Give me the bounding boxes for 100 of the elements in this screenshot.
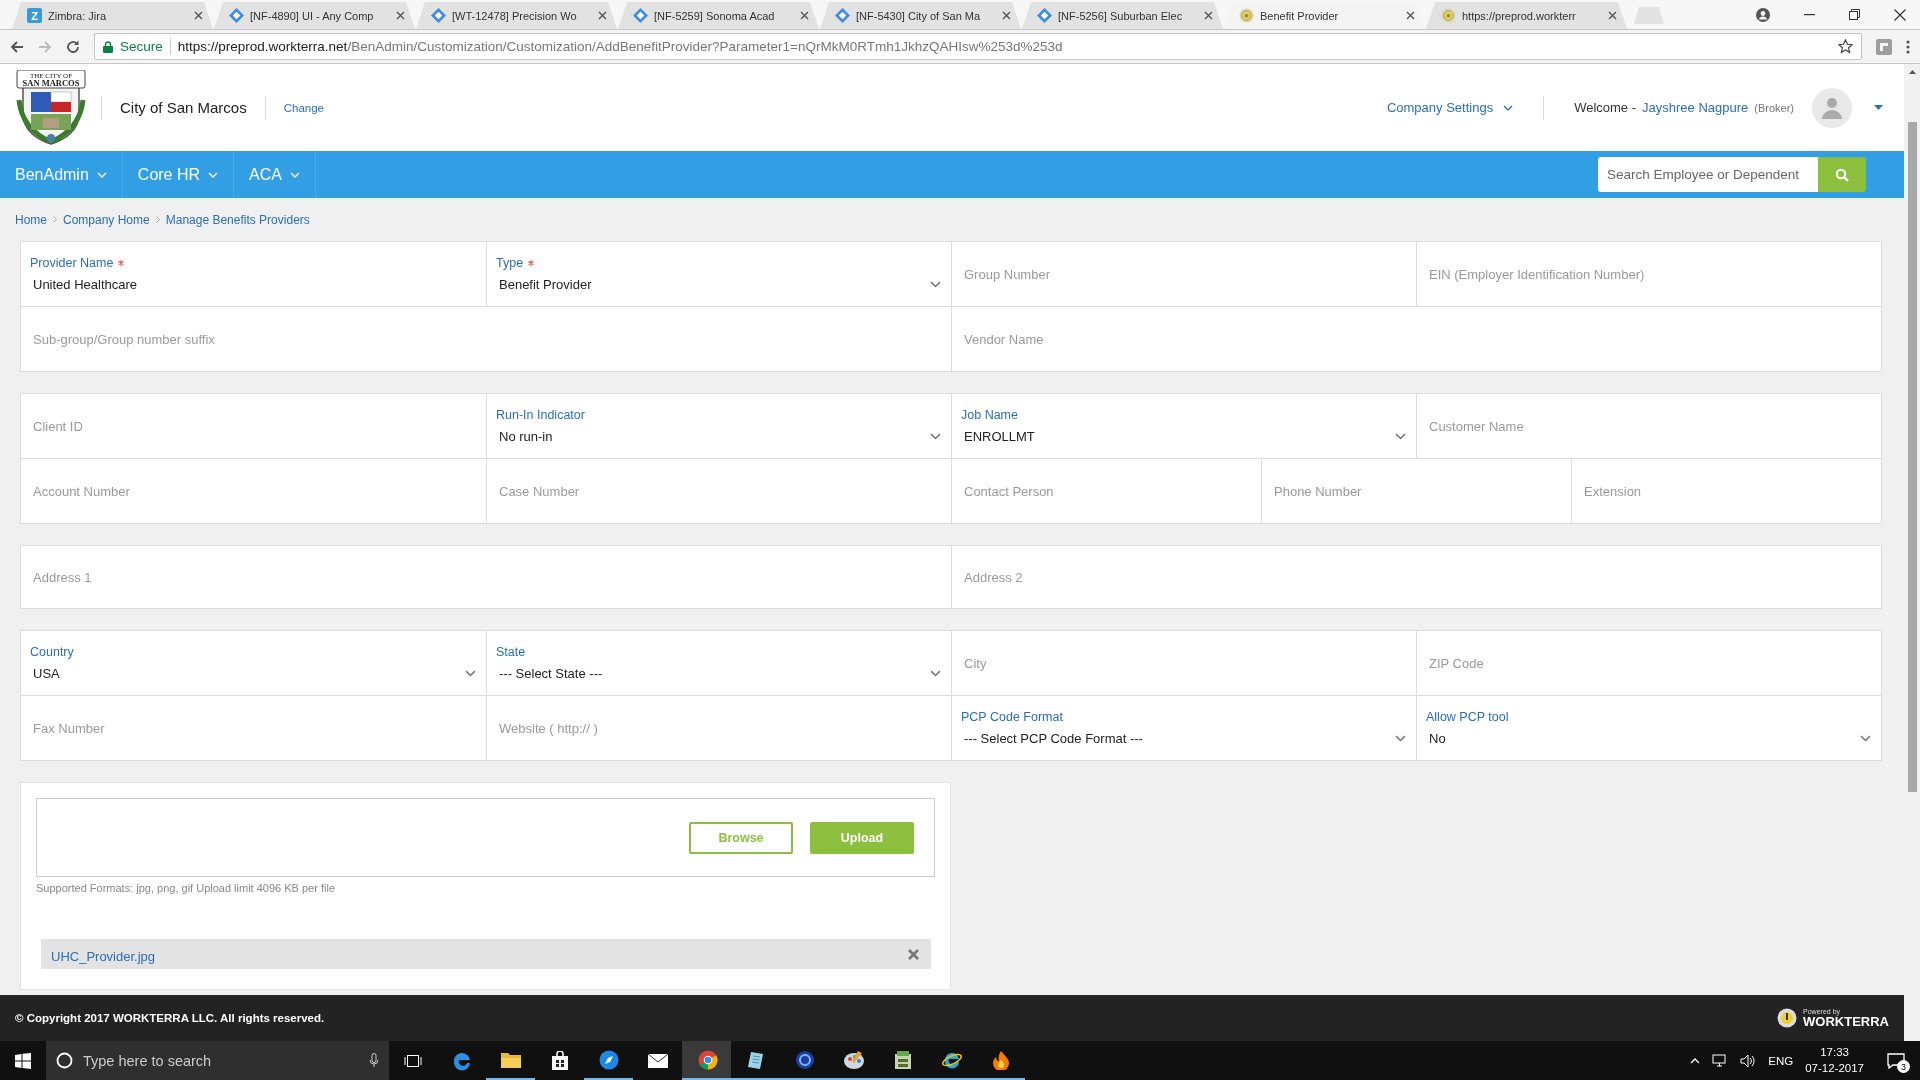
restore-icon[interactable] (1849, 9, 1860, 20)
envelope-icon (646, 1052, 669, 1069)
breadcrumb-link[interactable]: Manage Benefits Providers (165, 212, 310, 227)
input-field[interactable]: Address 1 (29, 569, 943, 585)
scroll-up-arrow-icon[interactable] (1908, 70, 1916, 74)
url-text: https://preprod.workterra.net/BenAdmin/Customization/Customization/AddBenefitProvider?Parameter1=nQrMkM0RTmh1JkhzQAHIsw%253d%253d (177, 39, 1063, 54)
browser-tab[interactable]: [NF-4890] UI - Any Comp (214, 2, 415, 29)
close-icon[interactable] (598, 11, 607, 20)
swirl-icon (451, 1050, 472, 1071)
chevron-up-icon[interactable] (1690, 1057, 1701, 1064)
reload-icon[interactable] (66, 39, 80, 54)
dropdown[interactable]: No (1425, 731, 1873, 746)
caret-icon[interactable] (1874, 105, 1883, 110)
close-icon[interactable] (396, 11, 405, 20)
diamond-icon (229, 8, 244, 23)
scrollbar[interactable] (1904, 64, 1920, 1041)
company-settings-menu[interactable]: Company Settings (1386, 100, 1514, 115)
breadcrumb-link[interactable]: Home (15, 212, 47, 227)
taskbar-button[interactable] (682, 1041, 731, 1080)
profile-icon[interactable] (1756, 7, 1770, 22)
browser-tab[interactable]: [NF-5430] City of San Ma (820, 2, 1021, 29)
input-field[interactable]: Phone Number (1270, 483, 1563, 499)
clock[interactable]: 17:33 07-12-2017 (1805, 1045, 1864, 1076)
diamond-icon (431, 8, 446, 23)
dropdown[interactable]: USA (29, 666, 478, 681)
taskbar-search-field[interactable]: Type here to search (46, 1041, 389, 1080)
shopping-bag-icon (550, 1050, 569, 1071)
search-placeholder: Type here to search (83, 1052, 212, 1069)
close-icon[interactable] (1204, 11, 1213, 20)
input-field[interactable]: Extension (1580, 483, 1873, 499)
language-indicator[interactable]: ENG (1768, 1054, 1794, 1067)
close-icon[interactable] (800, 11, 809, 20)
menu-icon[interactable] (1906, 39, 1910, 54)
chevron-down-icon (465, 670, 476, 677)
dropdown[interactable]: No run-in (495, 429, 943, 444)
dropdown[interactable]: ENROLLMT (960, 429, 1408, 444)
volume-icon[interactable] (1740, 1053, 1757, 1068)
input-field[interactable]: EIN (Employer Identification Number) (1425, 266, 1873, 282)
close-icon[interactable] (1406, 11, 1415, 20)
back-arrow-icon[interactable] (10, 39, 24, 54)
close-icon[interactable] (1608, 11, 1617, 20)
chevron-down-icon (930, 281, 941, 288)
task-view-icon[interactable] (404, 1053, 422, 1068)
microphone-icon[interactable] (369, 1053, 379, 1068)
seal-icon (1441, 8, 1456, 23)
chevron-down-icon (1395, 433, 1406, 440)
input-field[interactable]: United Healthcare (29, 277, 478, 292)
notification-icon[interactable] (1887, 1052, 1905, 1069)
browser-tab[interactable]: https://preprod.workterr (1426, 2, 1627, 29)
close-icon[interactable] (194, 11, 203, 20)
browser-tab[interactable]: [NF-5259] Sonoma Acad (618, 2, 819, 29)
search-field[interactable]: Search Employee or Dependent (1598, 157, 1818, 192)
company-name: City of San Marcos (120, 99, 247, 116)
secure-label: Secure (120, 39, 163, 54)
input-field[interactable]: Case Number (495, 483, 943, 499)
input-field[interactable]: ZIP Code (1425, 655, 1873, 671)
dropdown[interactable]: --- Select PCP Code Format --- (960, 731, 1408, 746)
field-label: Allow PCP tool (1426, 710, 1509, 724)
diamond-icon (835, 8, 850, 23)
help-text: Supported Formats: jpg, png, gif Upload limit 4096 KB per file (36, 882, 336, 894)
input-field[interactable]: Sub-group/Group number suffix (29, 331, 943, 347)
star-icon[interactable] (1838, 39, 1853, 54)
file-link[interactable]: UHC_Provider.jpg (51, 949, 156, 964)
input-field[interactable]: Account Number (29, 483, 478, 499)
breadcrumb-link[interactable]: Company Home (63, 212, 150, 227)
field-label: State (496, 645, 526, 659)
browser-tab[interactable]: [WT-12478] Precision Wo (416, 2, 617, 29)
input-field[interactable]: City (960, 655, 1408, 671)
dropdown[interactable]: --- Select State --- (495, 666, 943, 681)
input-field[interactable]: Fax Number (29, 720, 478, 736)
brand-logo-icon (1777, 1008, 1798, 1028)
input-field[interactable]: Website ( http:// ) (495, 720, 943, 736)
palette-icon (842, 1049, 865, 1070)
close-icon[interactable] (1002, 11, 1011, 20)
minimize-icon[interactable] (1804, 13, 1815, 16)
field-label: Provider Name (30, 256, 114, 270)
input-field[interactable]: Address 2 (960, 569, 1873, 585)
user-role: (Broker) (1754, 101, 1794, 114)
chevron-down-icon (289, 171, 300, 178)
input-field[interactable]: Group Number (960, 266, 1408, 282)
close-icon[interactable] (1894, 8, 1906, 21)
person-icon (1822, 96, 1842, 119)
tricolor-circle-icon (697, 1049, 718, 1070)
input-field[interactable]: Contact Person (960, 483, 1253, 499)
dropdown[interactable]: Benefit Provider (495, 277, 943, 292)
lock-icon (103, 40, 113, 53)
network-icon[interactable] (1712, 1053, 1729, 1068)
browser-tab[interactable]: Z Zimbra: Jira (12, 2, 213, 29)
input-field[interactable]: Vendor Name (960, 331, 1873, 347)
address-bar[interactable]: Secure https://preprod.workterra.net/BenAdmin/Customization/Customization/AddBenefitProvider?Parameter1=nQrMkM0RTmh1JkhzQAHIsw%253d%253d (94, 33, 1862, 60)
notebook-icon (745, 1049, 766, 1070)
input-field[interactable]: Customer Name (1425, 418, 1873, 434)
user-name-link[interactable]: Jayshree Nagpure (1642, 100, 1749, 115)
folder-icon (499, 1050, 522, 1069)
windows-icon (15, 1052, 31, 1069)
input-field[interactable]: Client ID (29, 418, 478, 434)
change-link[interactable]: Change (283, 101, 324, 114)
browser-tab[interactable]: [NF-5256] Suburban Elec (1022, 2, 1223, 29)
chevron-right-icon (53, 216, 57, 223)
chevron-down-icon (208, 171, 219, 178)
